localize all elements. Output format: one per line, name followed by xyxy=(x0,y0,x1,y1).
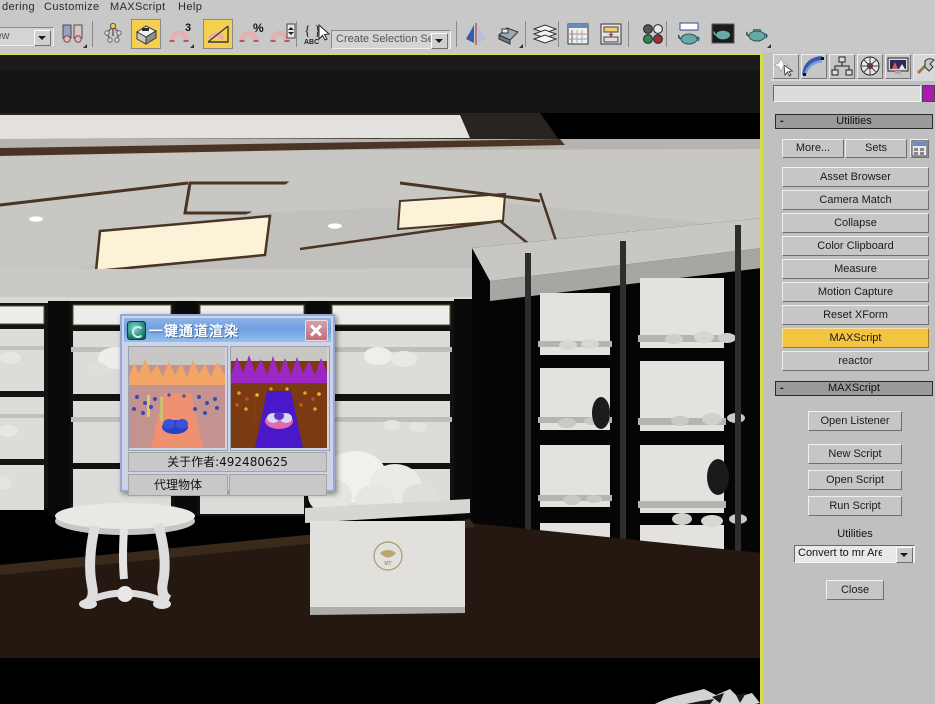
close-icon[interactable] xyxy=(305,320,328,341)
reactor-button[interactable]: reactor xyxy=(782,351,929,371)
svg-text:3: 3 xyxy=(185,22,191,34)
svg-text:ABC: ABC xyxy=(304,39,319,46)
app-swirl-icon xyxy=(127,321,146,340)
snap-toggle-3-icon[interactable]: 3 xyxy=(165,19,195,49)
viewport-select-value: iew xyxy=(0,30,10,42)
menu-item-maxscript[interactable]: MAXScript xyxy=(110,1,166,13)
maxscript-rollout: - MAXScript xyxy=(775,381,933,396)
open-listener-button[interactable]: Open Listener xyxy=(808,411,902,431)
camera-match-button[interactable]: Camera Match xyxy=(782,190,929,210)
align-icon[interactable] xyxy=(494,19,524,49)
render-scene-icon[interactable] xyxy=(674,19,704,49)
about-author-label: 关于作者:492480625 xyxy=(128,452,327,472)
configure-button-sets-icon[interactable] xyxy=(910,139,929,158)
chevron-down-icon[interactable] xyxy=(431,33,448,49)
named-selection-sets-icon[interactable]: { } ABC xyxy=(301,19,331,49)
main-toolbar: iew xyxy=(0,15,935,54)
modify-tab[interactable] xyxy=(801,54,827,79)
undo-redo-icon[interactable] xyxy=(58,19,88,49)
reset-xform-button[interactable]: Reset XForm xyxy=(782,305,929,325)
chevron-down-icon[interactable] xyxy=(896,547,913,563)
bind-space-warp-icon[interactable] xyxy=(131,19,161,49)
render-frame-window-icon[interactable] xyxy=(708,19,738,49)
object-color-swatch[interactable] xyxy=(922,85,935,102)
utilities-tab[interactable] xyxy=(913,54,935,79)
menu-item-rendering[interactable]: dering xyxy=(2,1,35,13)
maxscript-button[interactable]: MAXScript xyxy=(782,328,929,348)
utilities-rollout-header[interactable]: - Utilities xyxy=(775,114,933,129)
utilities-rollout: - Utilities xyxy=(775,114,933,129)
channel-render-dialog[interactable]: 一键通道渲染 关于作者:492480625 代理物体 xyxy=(120,314,335,496)
menu-item-customize[interactable]: Customize xyxy=(44,1,100,13)
maxscript-utilities-combo[interactable]: Convert to mr Area Li xyxy=(794,545,915,563)
material-editor-icon[interactable] xyxy=(637,19,667,49)
viewport-select-combo[interactable]: iew xyxy=(0,27,54,46)
3dsmax-window: dering Customize MAXScript Help iew xyxy=(0,0,935,704)
spinner-snap-icon[interactable] xyxy=(268,19,298,49)
viewport-scene: MT xyxy=(0,53,762,704)
display-tab[interactable] xyxy=(885,54,911,79)
command-panel-tabs xyxy=(771,53,935,81)
viewport-border-top xyxy=(0,53,762,55)
maxscript-rollout-header[interactable]: - MAXScript xyxy=(775,381,933,396)
horse-head-icon xyxy=(654,689,760,704)
menu-bar: dering Customize MAXScript Help xyxy=(0,0,935,15)
angle-snap-icon[interactable] xyxy=(203,19,233,49)
utilities-rollout-title: Utilities xyxy=(836,115,872,127)
run-script-button[interactable]: Run Script xyxy=(808,496,902,516)
motion-capture-button[interactable]: Motion Capture xyxy=(782,282,929,302)
beauty-render-preview[interactable] xyxy=(128,346,228,451)
maxscript-utilities-value: Convert to mr Area Li xyxy=(798,547,882,559)
more-button[interactable]: More... xyxy=(782,139,844,158)
percent-snap-icon[interactable]: % xyxy=(236,19,266,49)
menu-item-help[interactable]: Help xyxy=(178,1,202,13)
hierarchy-tab[interactable] xyxy=(829,54,855,79)
select-link-icon[interactable] xyxy=(98,19,128,49)
curve-editor-icon[interactable] xyxy=(563,19,593,49)
maxscript-rollout-title: MAXScript xyxy=(828,382,880,394)
proxy-object-button[interactable]: 代理物体 xyxy=(128,474,228,496)
svg-text:{ }: { } xyxy=(304,24,321,39)
new-script-button[interactable]: New Script xyxy=(808,444,902,464)
close-button[interactable]: Close xyxy=(826,580,884,600)
dialog-title: 一键通道渲染 xyxy=(149,324,239,340)
chevron-down-icon[interactable] xyxy=(34,30,51,46)
create-tab[interactable] xyxy=(773,54,799,79)
layer-manager-icon[interactable] xyxy=(530,19,560,49)
schematic-view-icon[interactable] xyxy=(596,19,626,49)
sets-button[interactable]: Sets xyxy=(845,139,907,158)
perspective-viewport[interactable]: MT xyxy=(0,53,762,704)
measure-button[interactable]: Measure xyxy=(782,259,929,279)
color-clipboard-button[interactable]: Color Clipboard xyxy=(782,236,929,256)
create-selection-set-value: Create Selection Set xyxy=(336,33,437,45)
create-selection-set-combo[interactable]: Create Selection Set xyxy=(331,30,451,49)
collapse-button[interactable]: Collapse xyxy=(782,213,929,233)
utilities-label: Utilities xyxy=(837,528,873,540)
channel-render-preview[interactable] xyxy=(230,346,330,451)
svg-text:MT: MT xyxy=(384,561,391,567)
asset-browser-button[interactable]: Asset Browser xyxy=(782,167,929,187)
mirror-icon[interactable] xyxy=(461,19,491,49)
secondary-action-button[interactable] xyxy=(229,474,327,496)
dialog-titlebar[interactable]: 一键通道渲染 xyxy=(124,318,331,342)
quick-render-icon[interactable] xyxy=(742,19,772,49)
motion-tab[interactable] xyxy=(857,54,883,79)
svg-text:%: % xyxy=(253,21,264,35)
open-script-button[interactable]: Open Script xyxy=(808,470,902,490)
watermark: MT INTERIOR DESIGN WWW.MT-BB xyxy=(620,681,762,704)
object-name-field[interactable] xyxy=(773,85,921,102)
